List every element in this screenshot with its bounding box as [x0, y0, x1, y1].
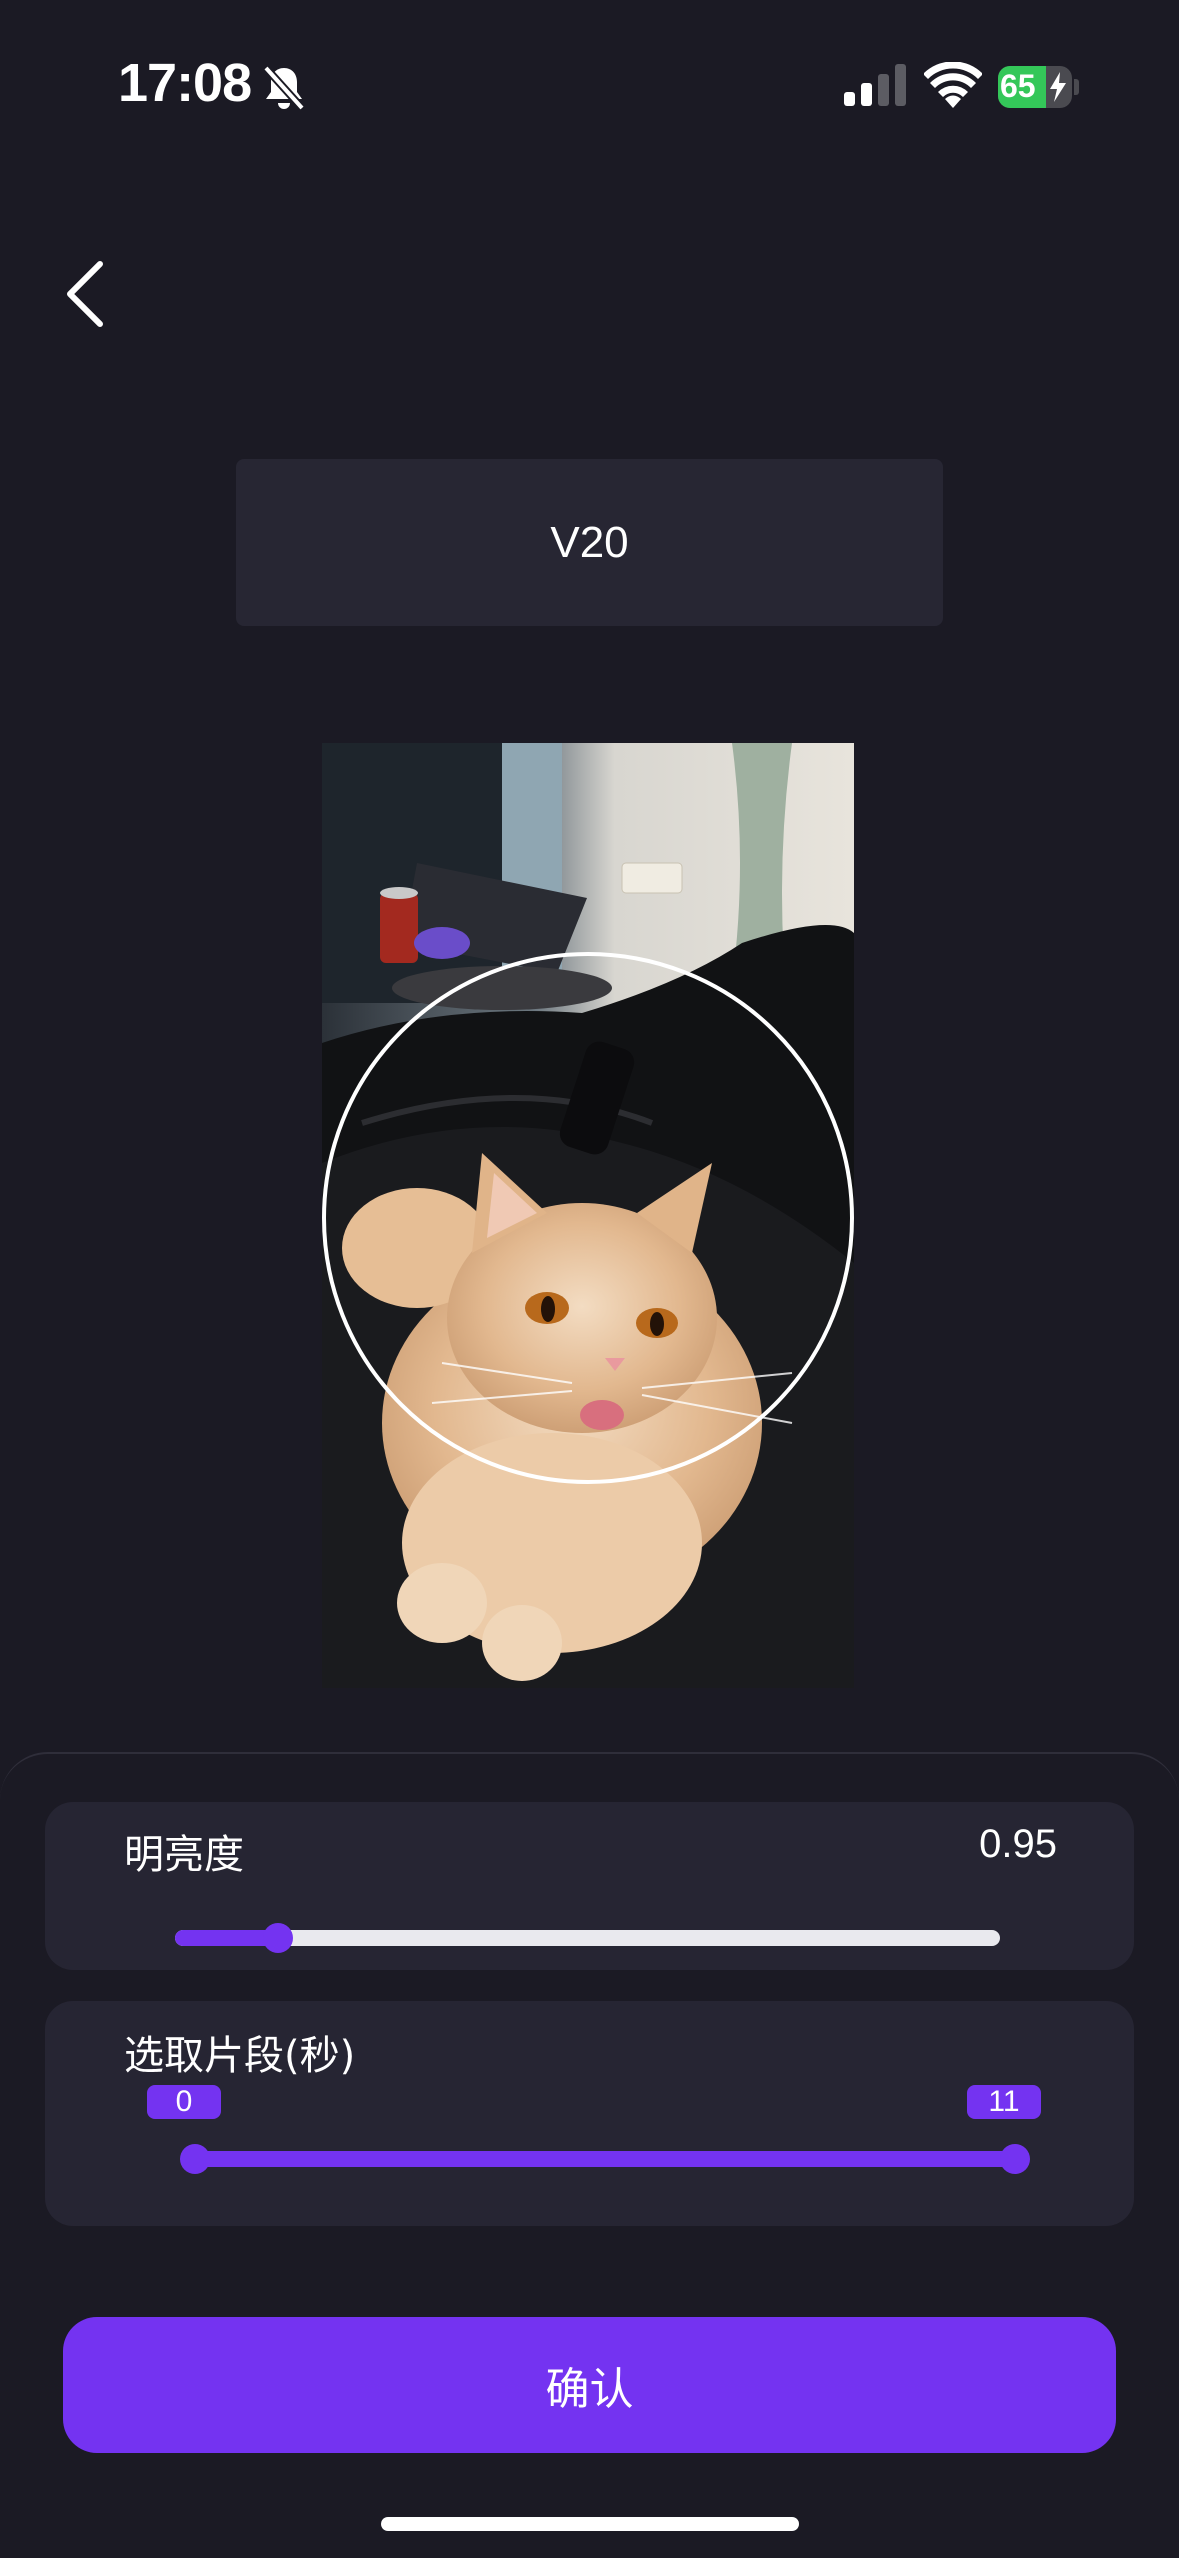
status-time: 17:08 — [118, 53, 252, 113]
cellular-signal-icon — [844, 64, 906, 106]
battery-charging-icon: 65 — [998, 66, 1080, 108]
chevron-left-icon[interactable] — [58, 258, 118, 330]
clip-end-tag: 11 — [967, 2085, 1041, 2119]
brightness-slider[interactable] — [175, 1923, 1000, 1953]
brightness-card: 明亮度 0.95 — [45, 1802, 1134, 1970]
bell-slash-icon — [263, 65, 305, 111]
brightness-slider-track — [175, 1930, 1000, 1946]
brightness-value: 0.95 — [979, 1822, 1057, 1866]
cat-photo — [322, 743, 854, 1688]
wifi-icon — [924, 62, 982, 108]
home-indicator — [381, 2517, 799, 2531]
clip-range-slider[interactable]: 0 11 — [147, 2085, 1041, 2174]
clip-range-fill — [195, 2151, 1015, 2167]
battery-percent: 65 — [1000, 68, 1036, 104]
video-title: V20 — [550, 517, 629, 567]
clip-start-thumb[interactable] — [180, 2144, 210, 2174]
clip-start-tag: 0 — [147, 2085, 221, 2119]
video-preview[interactable] — [322, 743, 854, 1688]
brightness-label: 明亮度 — [124, 1832, 244, 1878]
clip-range-label: 选取片段(秒) — [124, 2033, 356, 2079]
clip-end-thumb[interactable] — [1000, 2144, 1030, 2174]
confirm-button[interactable]: 确认 — [63, 2317, 1116, 2453]
brightness-slider-thumb[interactable] — [263, 1923, 294, 1953]
clip-range-card: 选取片段(秒) 0 11 — [45, 2001, 1134, 2226]
video-title-box: V20 — [236, 459, 943, 626]
confirm-button-label: 确认 — [545, 2364, 634, 2415]
